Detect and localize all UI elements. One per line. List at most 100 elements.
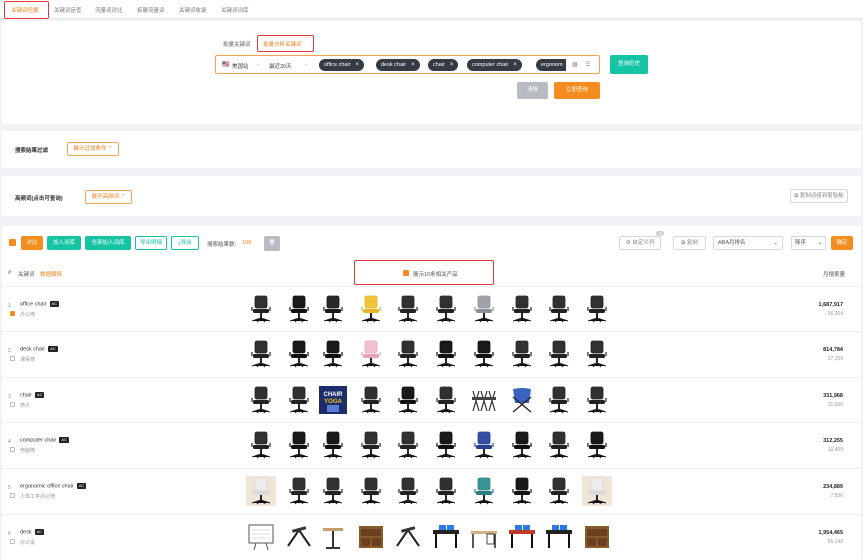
- product-thumbnail[interactable]: [582, 294, 612, 324]
- product-thumbnail[interactable]: [582, 385, 612, 415]
- product-thumbnail[interactable]: [469, 294, 499, 324]
- product-thumbnail[interactable]: [544, 522, 574, 552]
- keyword-search-bar[interactable]: 🇺🇸 美国站 ⌄ 最近30天 ⌄ office chair × desk chai…: [215, 55, 600, 74]
- export-detail-button[interactable]: 导出明细: [135, 236, 167, 250]
- product-thumbnail[interactable]: [431, 522, 461, 552]
- product-thumbnail[interactable]: [356, 522, 386, 552]
- tab-keyword-reverse[interactable]: 关键词反查: [54, 6, 82, 14]
- tab-keyword-index[interactable]: 关键词收录: [179, 6, 207, 14]
- product-thumbnail[interactable]: [318, 294, 348, 324]
- product-thumbnail[interactable]: [393, 339, 423, 369]
- product-thumbnail[interactable]: [507, 522, 537, 552]
- product-thumbnail[interactable]: [246, 294, 276, 324]
- keyword-link[interactable]: desk chair AC: [20, 346, 58, 352]
- close-icon[interactable]: ×: [411, 62, 415, 68]
- keyword-link[interactable]: desk AC: [20, 529, 45, 535]
- keyword-link[interactable]: office chair AC: [20, 301, 60, 307]
- product-thumbnail[interactable]: [507, 476, 537, 506]
- product-thumbnail[interactable]: [284, 522, 314, 552]
- close-icon[interactable]: ×: [450, 62, 454, 68]
- table-row[interactable]: 4 computer chair AC 电脑椅 312,255 10,409: [2, 422, 861, 467]
- product-thumbnail[interactable]: [246, 430, 276, 460]
- period-select[interactable]: 最近30天: [269, 62, 292, 70]
- product-thumbnail[interactable]: [469, 476, 499, 506]
- row-checkbox[interactable]: [10, 539, 15, 544]
- mode-tab-batch[interactable]: 批量关键词: [223, 40, 251, 48]
- product-thumbnail[interactable]: [246, 339, 276, 369]
- list-icon[interactable]: ☰: [585, 61, 590, 68]
- tab-expand-traffic[interactable]: 拓展流量词: [137, 6, 165, 14]
- product-thumbnail[interactable]: [393, 430, 423, 460]
- product-thumbnail[interactable]: [318, 339, 348, 369]
- row-checkbox[interactable]: [10, 447, 15, 452]
- table-row[interactable]: 2 desk chair AC 课桌椅 814,784 27,159: [2, 331, 861, 376]
- query-now-button[interactable]: 立即查询: [554, 82, 600, 99]
- product-thumbnail[interactable]: [544, 339, 574, 369]
- product-thumbnail[interactable]: [582, 339, 612, 369]
- export-button[interactable]: ⤓导出: [171, 236, 199, 250]
- product-thumbnail[interactable]: [356, 430, 386, 460]
- product-thumbnail[interactable]: [393, 294, 423, 324]
- keyword-link[interactable]: computer chair AC: [20, 437, 69, 443]
- product-thumbnail[interactable]: [356, 476, 386, 506]
- product-thumbnail[interactable]: [544, 476, 574, 506]
- row-checkbox[interactable]: [10, 493, 15, 498]
- copy-phrases-button[interactable]: ⧉ 复制词组到剪贴板: [790, 189, 848, 203]
- keyword-chip[interactable]: desk chair ×: [376, 59, 420, 71]
- product-thumbnail[interactable]: [431, 339, 461, 369]
- product-thumbnail[interactable]: [431, 385, 461, 415]
- tab-traffic-compare[interactable]: 流量词对比: [95, 6, 123, 14]
- table-row[interactable]: 5 ergonomic office chair AC 人体工学办公椅 234,889 7…: [2, 468, 861, 513]
- expand-high-freq-button[interactable]: 展开高频词 ⌃: [85, 190, 132, 204]
- data-explain-link[interactable]: 数据解释: [40, 270, 62, 278]
- product-thumbnail[interactable]: [544, 430, 574, 460]
- add-all-to-library-button[interactable]: 全部加入词库: [85, 236, 131, 250]
- product-thumbnail[interactable]: [582, 476, 612, 506]
- product-thumbnail[interactable]: [356, 339, 386, 369]
- country-select[interactable]: 美国站: [232, 62, 249, 70]
- tab-keyword-library[interactable]: 关键词词库: [221, 6, 249, 14]
- table-row[interactable]: 6 desk AC 办公桌 1,954,465 65,149: [2, 514, 861, 559]
- product-thumbnail[interactable]: [393, 385, 423, 415]
- table-row[interactable]: 3 chair AC 椅子 331,968 11,066 CHAIR YOGA: [2, 377, 861, 422]
- product-thumbnail[interactable]: [469, 385, 499, 415]
- product-thumbnail[interactable]: [544, 294, 574, 324]
- product-thumbnail[interactable]: [246, 476, 276, 506]
- product-thumbnail[interactable]: [469, 339, 499, 369]
- product-thumbnail[interactable]: [431, 294, 461, 324]
- product-thumbnail[interactable]: [356, 294, 386, 324]
- product-thumbnail[interactable]: [284, 385, 314, 415]
- row-checkbox[interactable]: [10, 402, 15, 407]
- product-thumbnail[interactable]: [507, 430, 537, 460]
- query-history-button[interactable]: 查询历史: [610, 55, 648, 74]
- show-filter-button[interactable]: 展示过滤条件 ⌃: [67, 142, 119, 156]
- product-thumbnail[interactable]: [469, 430, 499, 460]
- product-thumbnail[interactable]: [393, 476, 423, 506]
- product-thumbnail[interactable]: CHAIR YOGA: [318, 385, 348, 415]
- product-thumbnail[interactable]: [393, 522, 423, 552]
- product-thumbnail[interactable]: [246, 522, 276, 552]
- keyword-chip[interactable]: chair ×: [428, 59, 459, 71]
- add-to-library-button[interactable]: 加入词库: [47, 236, 81, 250]
- clear-button[interactable]: 清除: [517, 82, 548, 99]
- product-thumbnail[interactable]: [431, 430, 461, 460]
- product-thumbnail[interactable]: [507, 294, 537, 324]
- confirm-button[interactable]: 确定: [831, 236, 853, 250]
- keyword-chip[interactable]: computer chair ×: [467, 59, 522, 71]
- product-thumbnail[interactable]: [544, 385, 574, 415]
- row-checkbox[interactable]: [10, 356, 15, 361]
- product-thumbnail[interactable]: [284, 294, 314, 324]
- grid-icon[interactable]: ▦: [572, 61, 578, 68]
- row-checkbox[interactable]: [10, 311, 15, 316]
- product-thumbnail[interactable]: [507, 385, 537, 415]
- close-icon[interactable]: ×: [356, 62, 360, 68]
- product-thumbnail[interactable]: [431, 476, 461, 506]
- aba-rank-select[interactable]: ABA月排名 ⌄: [713, 236, 783, 250]
- product-thumbnail[interactable]: [582, 430, 612, 460]
- keyword-chip[interactable]: office chair ×: [319, 59, 365, 71]
- select-all-checkbox[interactable]: [9, 239, 16, 246]
- product-thumbnail[interactable]: [284, 476, 314, 506]
- product-thumbnail[interactable]: [284, 430, 314, 460]
- custom-columns-button[interactable]: ⚙ 自定义列: [619, 236, 661, 250]
- product-thumbnail[interactable]: [284, 339, 314, 369]
